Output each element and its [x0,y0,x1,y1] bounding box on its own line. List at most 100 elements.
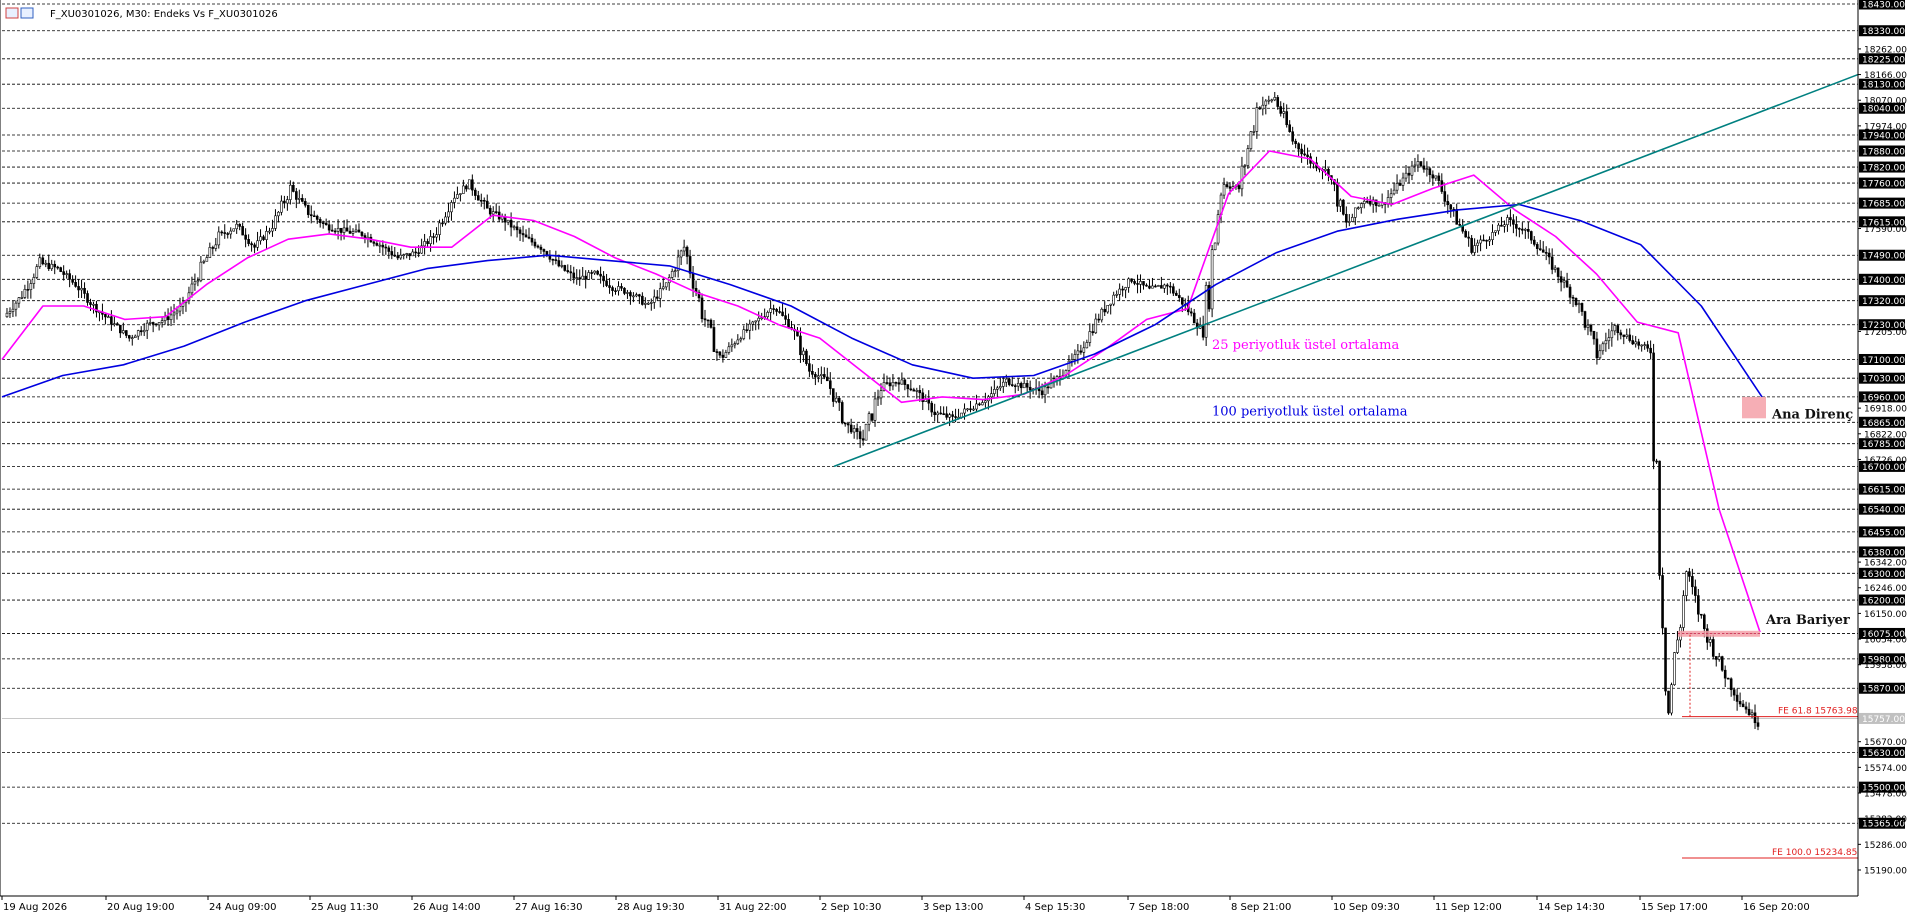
candle-body [802,350,805,356]
candle-body [1264,100,1268,106]
candle-body [817,375,820,378]
candle-body [1353,207,1357,218]
candle-body [993,389,996,394]
candle-body [736,339,740,344]
candle-body [718,351,722,356]
candle-body [169,314,173,321]
candle-body [870,413,874,421]
candle-body [584,275,587,280]
candle-body [378,244,382,247]
candle-body [1583,311,1587,328]
candle-body [86,293,89,303]
candle-body [1688,571,1691,577]
candle-body [1088,331,1092,343]
candle-body [712,327,716,352]
price-level-label: 17320.00 [1862,297,1905,307]
chart-background [0,0,1920,914]
candle-body [1455,209,1459,225]
candle-body [1449,204,1453,210]
candle-body [1398,183,1402,186]
candle-body [110,316,113,325]
price-level-label: 17685.00 [1862,200,1905,210]
candle-body [199,261,203,282]
price-level-label: 17760.00 [1862,180,1905,190]
time-label: 4 Sep 15:30 [1025,902,1085,913]
ema100-annotation: 100 periyotluk üstel ortalama [1212,405,1408,420]
candle-body [1416,161,1420,166]
candle-body [193,281,197,285]
candle-body [1604,340,1608,345]
candle-body [1172,286,1175,294]
candle-body [823,374,826,378]
candle-body [462,185,465,194]
candle-body [459,193,462,195]
price-tick-label: 16726.00 [1864,456,1907,466]
candle-body [831,388,835,402]
price-level-label: 17490.00 [1862,252,1905,262]
candle-body [283,200,286,204]
candle-body [1467,236,1470,239]
price-tick-label: 16246.00 [1864,584,1907,594]
candle-body [92,303,95,306]
candle-body [17,297,21,304]
candle-body [1213,242,1217,251]
ana-direnc-zone [1742,396,1766,419]
candle-body [274,215,277,229]
candle-body [220,231,224,234]
candle-body [1046,386,1050,389]
candle-body [1324,168,1327,171]
candle-body [1225,184,1229,187]
candle-body [655,296,659,299]
price-level-label: 18430.00 [1862,1,1905,11]
candle-body [20,297,24,299]
candle-body [596,270,599,275]
candle-body [190,283,194,294]
candle-body [1082,347,1086,353]
candle-body [1685,571,1688,596]
candle-body [468,179,471,190]
candle-body [751,321,755,325]
candle-body [41,257,45,265]
candle-body [196,280,200,283]
candle-body [1565,280,1569,288]
candle-body [1282,111,1286,114]
candle-body [963,408,966,414]
candle-body [1145,284,1148,287]
candle-body [479,199,483,202]
candle-body [942,413,945,415]
candle-body [1458,224,1462,226]
candle-body [1148,285,1151,289]
candle-body [1446,201,1450,206]
candle-body [1401,177,1405,186]
candle-body [909,388,913,391]
candle-body [175,310,179,314]
candle-body [1568,286,1572,298]
candle-body [1177,295,1181,298]
price-tick-label: 15478.00 [1864,790,1907,800]
candle-body [1249,131,1253,149]
candle-body [1303,153,1306,156]
price-tick-label: 18166.00 [1864,71,1907,81]
candle-body [873,398,877,421]
candle-body [1348,221,1351,223]
candle-body [1628,334,1632,341]
price-chart[interactable]: FE 61.8 15763.98 FE 100.0 15234.85 25 peri… [0,0,1920,914]
candle-body [1538,248,1542,251]
candle-body [1741,703,1745,708]
candle-body [372,241,376,244]
candle-body [289,184,292,200]
candle-body [1291,131,1294,142]
price-level-label: 18225.00 [1862,55,1905,65]
candle-body [754,320,758,323]
candle-body [1753,712,1757,724]
candle-body [59,267,62,272]
candle-body [1273,97,1277,101]
candle-body [811,370,814,375]
candle-body [1697,595,1700,615]
candle-body [852,428,856,433]
candle-body [724,352,728,358]
candle-body [482,200,486,202]
candle-body [476,195,480,201]
candle-body [608,285,611,288]
candle-body [1422,165,1426,170]
